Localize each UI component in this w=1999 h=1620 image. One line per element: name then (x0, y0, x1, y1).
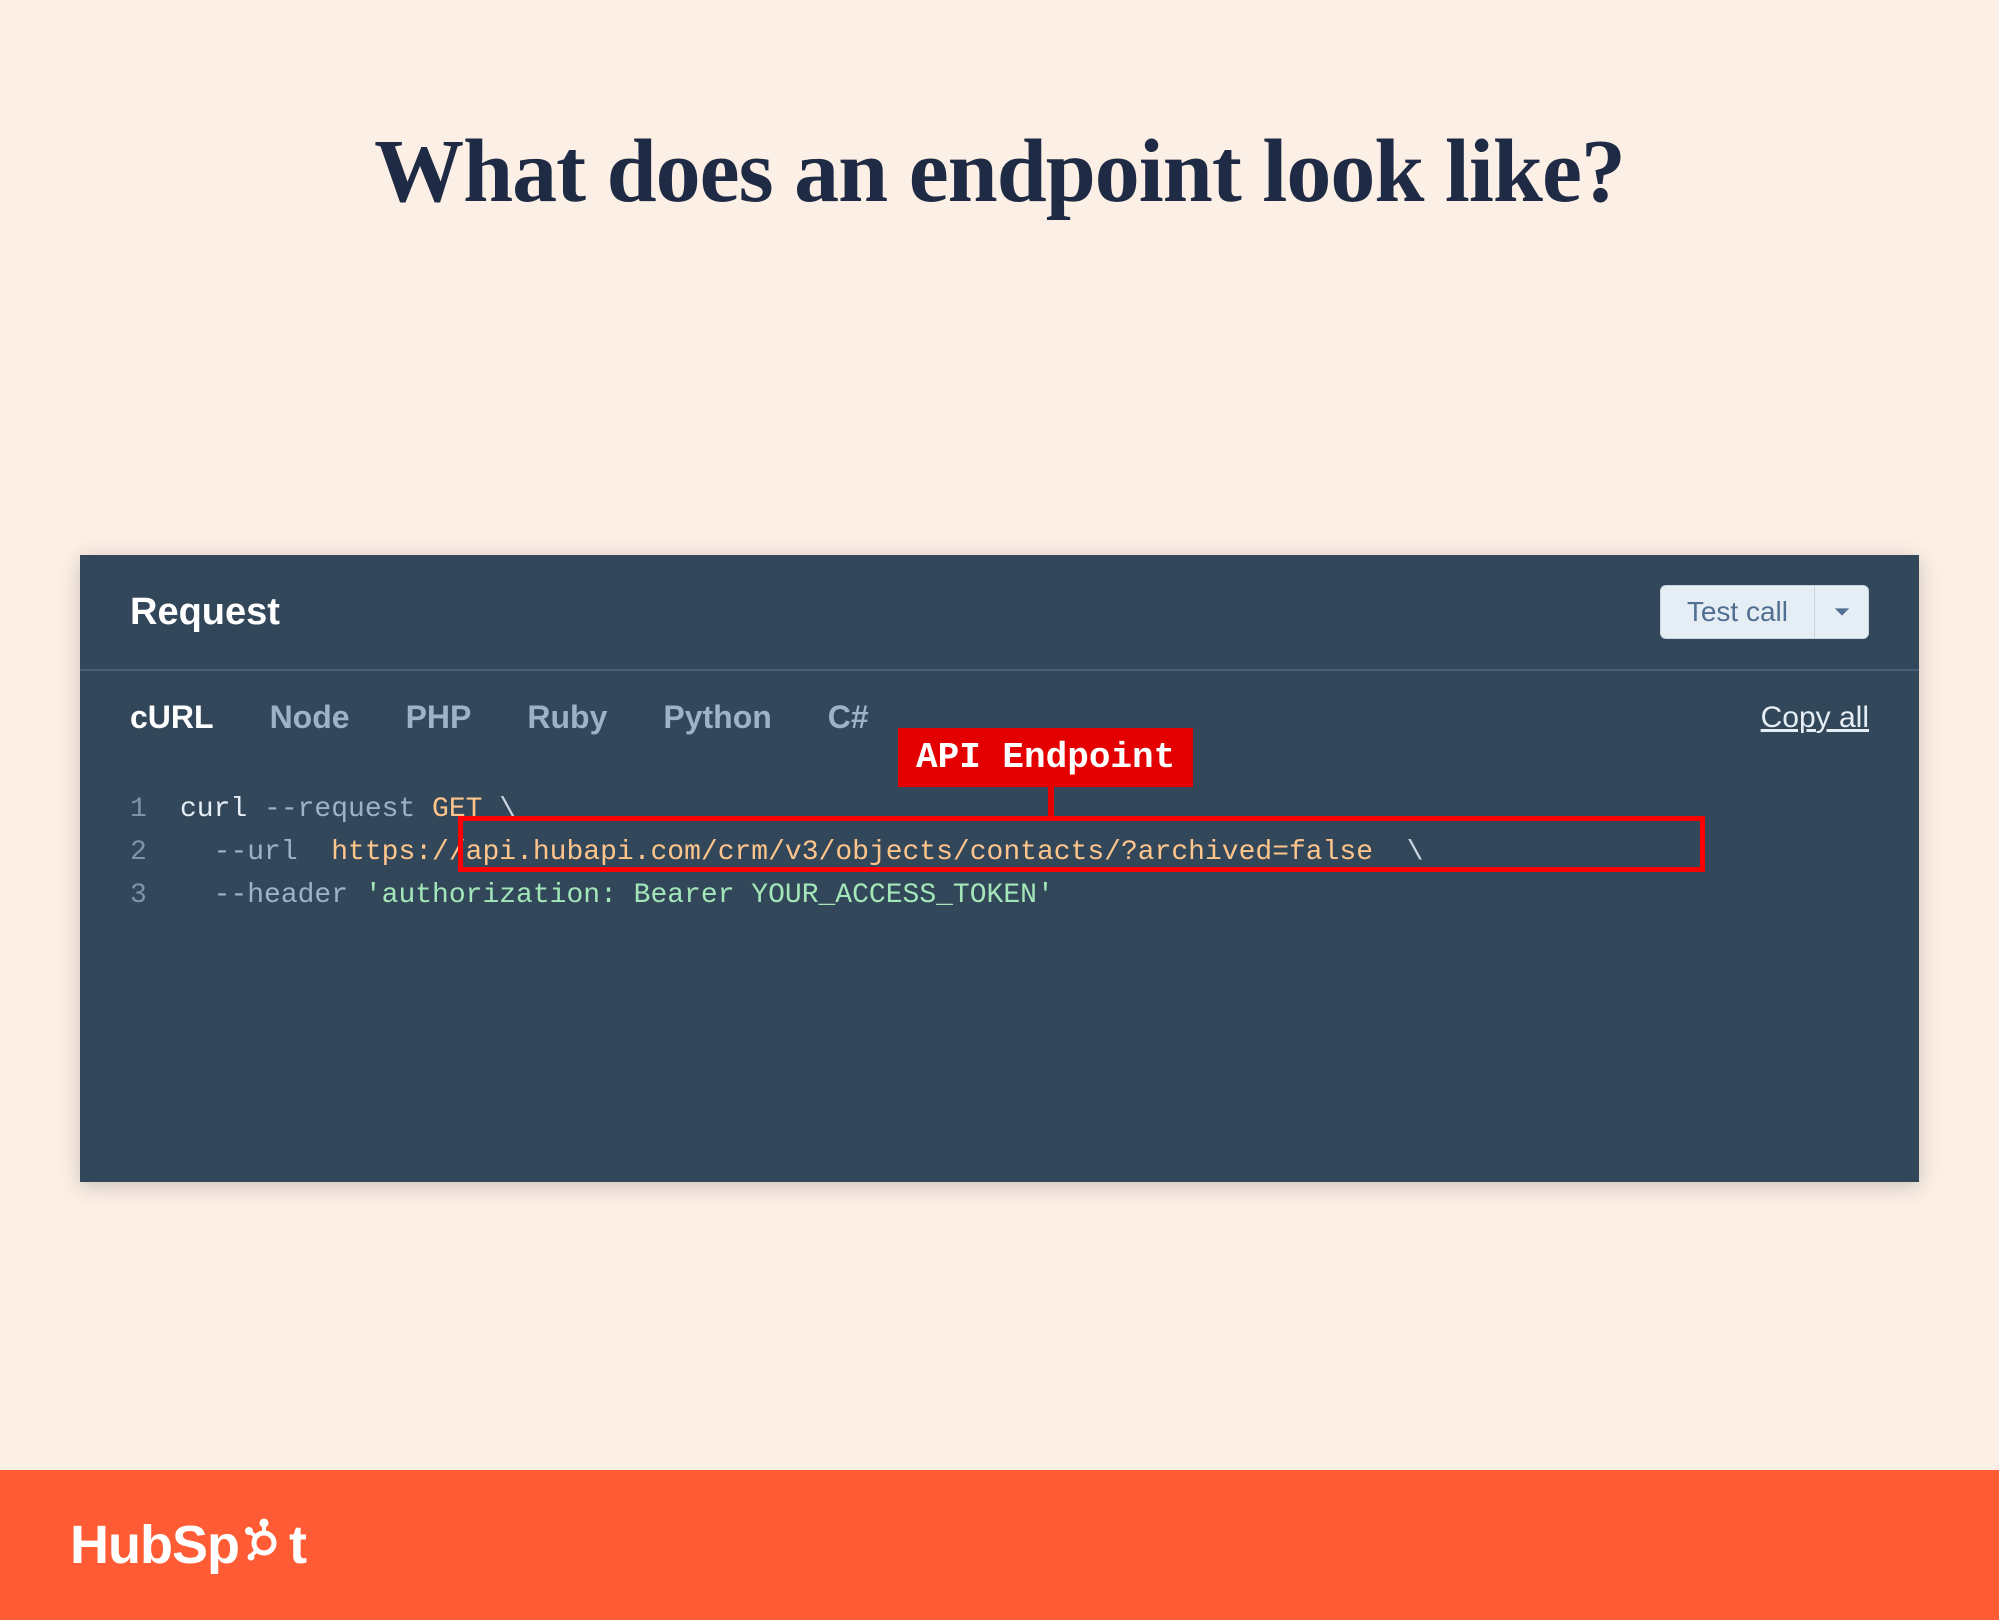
line-number: 3 (130, 874, 147, 917)
hubspot-logo: HubSpt (70, 1514, 306, 1576)
panel-header: Request Test call (80, 555, 1919, 671)
line-gutter: 1 2 3 (130, 788, 147, 917)
code-token: \ (499, 794, 516, 825)
code-token: GET (415, 794, 499, 825)
page-title: What does an endpoint look like? (0, 120, 1999, 223)
copy-all-link[interactable]: Copy all (1761, 701, 1869, 735)
logo-text: Hub (70, 1514, 172, 1576)
tab-ruby[interactable]: Ruby (527, 699, 607, 736)
logo-text: Sp (172, 1514, 239, 1576)
tab-csharp[interactable]: C# (828, 699, 869, 736)
sprocket-icon (241, 1514, 287, 1576)
chevron-down-icon[interactable] (1814, 586, 1868, 638)
request-panel: Request Test call cURL Node PHP Ruby Pyt… (80, 555, 1919, 1182)
logo-text: t (289, 1514, 306, 1576)
code-token: \ (1407, 837, 1424, 868)
line-number: 1 (130, 788, 147, 831)
line-number: 2 (130, 831, 147, 874)
code-token: curl (180, 794, 264, 825)
code-area: 1 2 3 curl --request GET \ --url https:/… (80, 758, 1919, 1182)
code-token (298, 837, 332, 868)
test-call-button[interactable]: Test call (1660, 585, 1869, 639)
tab-node[interactable]: Node (270, 699, 350, 736)
code-token (1373, 837, 1407, 868)
test-call-label: Test call (1661, 586, 1814, 638)
code-token: 'authorization: Bearer YOUR_ACCESS_TOKEN… (348, 880, 1054, 911)
tab-python[interactable]: Python (663, 699, 771, 736)
callout-connector (1048, 785, 1054, 816)
code-lines: curl --request GET \ --url https://api.h… (180, 788, 1869, 917)
code-token: --url (214, 837, 298, 868)
code-token: --header (214, 880, 348, 911)
code-token (180, 880, 214, 911)
panel-title: Request (130, 591, 280, 634)
api-endpoint-callout: API Endpoint (898, 728, 1193, 787)
code-token: --request (264, 794, 415, 825)
tab-curl[interactable]: cURL (130, 699, 214, 736)
footer: HubSpt (0, 1470, 1999, 1620)
tab-php[interactable]: PHP (406, 699, 472, 736)
code-token (180, 837, 214, 868)
code-token-url: https://api.hubapi.com/crm/v3/objects/co… (331, 837, 1373, 868)
